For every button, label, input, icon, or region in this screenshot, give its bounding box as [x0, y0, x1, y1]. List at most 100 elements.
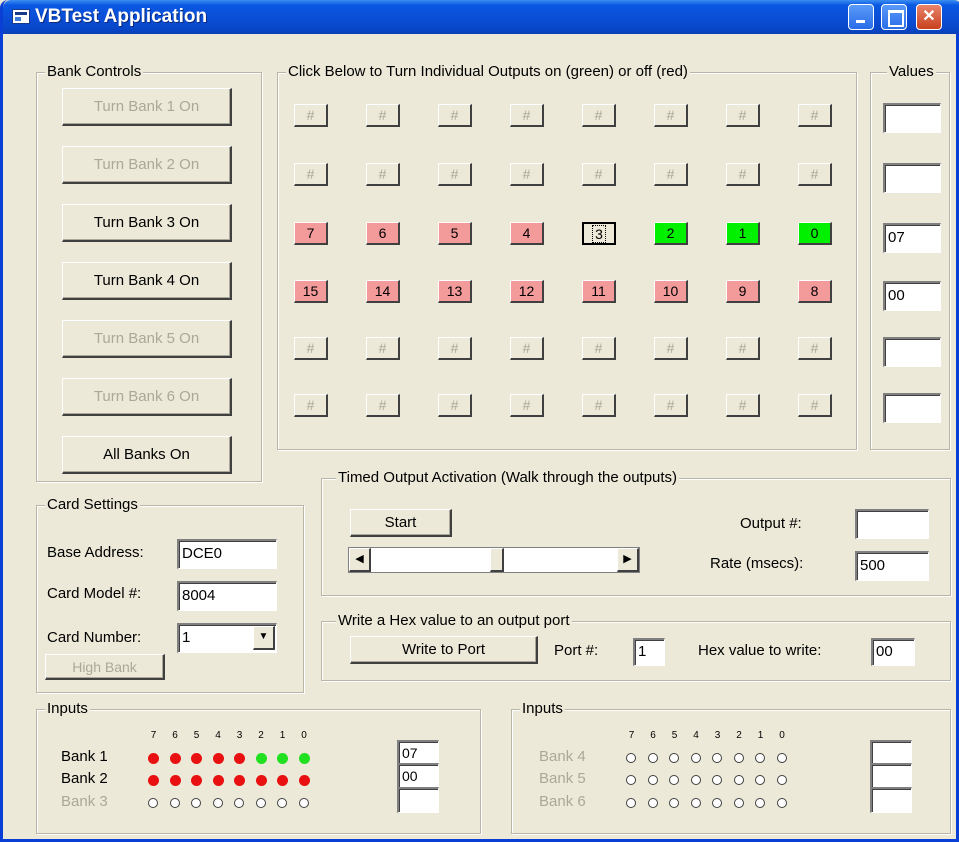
output-button-r0-c4[interactable]: #	[582, 104, 616, 127]
bit-number-label: 5	[671, 730, 678, 741]
bank-input-value-field[interactable]	[397, 787, 439, 813]
output-button-r1-c5[interactable]: #	[654, 163, 688, 186]
output-button-label: #	[522, 340, 531, 356]
output-button-r0-c7[interactable]: #	[798, 104, 832, 127]
output-button-r5-c7[interactable]: #	[798, 394, 832, 417]
output-button-r4-c2[interactable]: #	[438, 337, 472, 360]
output-button-r1-c1[interactable]: #	[366, 163, 400, 186]
turn-bank-5-button[interactable]: Turn Bank 5 On	[62, 320, 232, 358]
output-button-r0-c0[interactable]: #	[294, 104, 328, 127]
output-button-label: #	[450, 397, 459, 413]
output-button-r1-c0[interactable]: #	[294, 163, 328, 186]
input-led-indicator	[212, 775, 224, 786]
card-settings-group: Card Settings Base Address: DCE0 Card Mo…	[36, 496, 304, 693]
card-number-select[interactable]: 1 ▼	[177, 623, 277, 653]
bank-input-value-field[interactable]	[870, 787, 912, 813]
bank-input-label: Bank 2	[61, 770, 108, 787]
output-button-r3-c5[interactable]: 10	[654, 280, 688, 303]
output-button-r4-c3[interactable]: #	[510, 337, 544, 360]
value-field-4[interactable]: 00	[883, 281, 941, 311]
start-button[interactable]: Start	[350, 509, 452, 537]
output-button-r2-c1[interactable]: 6	[366, 222, 400, 245]
write-to-port-button[interactable]: Write to Port	[350, 636, 538, 664]
write-hex-label: Write a Hex value to an output port	[336, 612, 572, 629]
card-model-field[interactable]: 8004	[177, 581, 277, 611]
input-led-indicator	[712, 753, 722, 763]
all-banks-on-button[interactable]: All Banks On	[62, 436, 232, 474]
output-button-r2-c0[interactable]: 7	[294, 222, 328, 245]
value-field-1[interactable]	[883, 103, 941, 133]
output-button-label: #	[450, 107, 459, 123]
output-button-r3-c4[interactable]: 11	[582, 280, 616, 303]
bank-input-value-field[interactable]: 00	[397, 763, 439, 789]
value-field-3[interactable]: 07	[883, 223, 941, 253]
output-button-r1-c3[interactable]: #	[510, 163, 544, 186]
output-button-r4-c4[interactable]: #	[582, 337, 616, 360]
output-button-r5-c1[interactable]: #	[366, 394, 400, 417]
output-button-r5-c6[interactable]: #	[726, 394, 760, 417]
value-field-6[interactable]	[883, 393, 941, 423]
output-button-r3-c6[interactable]: 9	[726, 280, 760, 303]
bank-input-value-field[interactable]	[870, 763, 912, 789]
output-button-r5-c4[interactable]: #	[582, 394, 616, 417]
output-number-field[interactable]	[855, 509, 929, 539]
output-button-r2-c7[interactable]: 0	[798, 222, 832, 245]
output-button-r1-c4[interactable]: #	[582, 163, 616, 186]
value-field-5[interactable]	[883, 337, 941, 367]
output-button-r2-c5[interactable]: 2	[654, 222, 688, 245]
high-bank-button[interactable]: High Bank	[45, 654, 165, 680]
maximize-button[interactable]	[881, 4, 907, 30]
output-button-r0-c6[interactable]: #	[726, 104, 760, 127]
turn-bank-3-button[interactable]: Turn Bank 3 On	[62, 204, 232, 242]
input-led-indicator	[712, 798, 722, 808]
bit-number-label: 1	[279, 730, 286, 741]
output-button-r2-c6[interactable]: 1	[726, 222, 760, 245]
scroll-right-arrow-icon[interactable]: ▶	[617, 548, 639, 572]
base-address-field[interactable]: DCE0	[177, 539, 277, 569]
hex-value-field[interactable]: 00	[871, 638, 915, 666]
rate-scrollbar[interactable]: ◀ ▶	[348, 547, 640, 573]
output-button-r0-c5[interactable]: #	[654, 104, 688, 127]
value-field-2[interactable]	[883, 163, 941, 193]
scroll-left-arrow-icon[interactable]: ◀	[349, 548, 371, 572]
timed-output-group: Timed Output Activation (Walk through th…	[321, 469, 951, 596]
output-button-r5-c2[interactable]: #	[438, 394, 472, 417]
input-led-indicator	[255, 753, 267, 764]
output-button-r3-c7[interactable]: 8	[798, 280, 832, 303]
output-button-r5-c5[interactable]: #	[654, 394, 688, 417]
output-button-label: #	[810, 107, 819, 123]
minimize-button[interactable]	[848, 4, 874, 30]
output-button-r1-c6[interactable]: #	[726, 163, 760, 186]
output-button-label: #	[666, 107, 675, 123]
close-button[interactable]: ✕	[916, 4, 942, 30]
turn-bank-2-button[interactable]: Turn Bank 2 On	[62, 146, 232, 184]
rate-field[interactable]: 500	[855, 551, 929, 581]
chevron-down-icon[interactable]: ▼	[253, 626, 275, 650]
output-button-r2-c2[interactable]: 5	[438, 222, 472, 245]
output-button-r4-c1[interactable]: #	[366, 337, 400, 360]
output-button-r4-c6[interactable]: #	[726, 337, 760, 360]
output-button-r3-c0[interactable]: 15	[294, 280, 328, 303]
output-button-r5-c3[interactable]: #	[510, 394, 544, 417]
output-button-r0-c1[interactable]: #	[366, 104, 400, 127]
turn-bank-4-button[interactable]: Turn Bank 4 On	[62, 262, 232, 300]
output-button-r4-c7[interactable]: #	[798, 337, 832, 360]
output-button-r3-c1[interactable]: 14	[366, 280, 400, 303]
turn-bank-6-button[interactable]: Turn Bank 6 On	[62, 378, 232, 416]
output-button-r1-c2[interactable]: #	[438, 163, 472, 186]
turn-bank-1-button[interactable]: Turn Bank 1 On	[62, 88, 232, 126]
write-hex-group: Write a Hex value to an output port Writ…	[321, 612, 951, 681]
output-button-r4-c5[interactable]: #	[654, 337, 688, 360]
scroll-thumb[interactable]	[490, 548, 504, 572]
output-button-r2-c4[interactable]: 3	[582, 222, 616, 245]
port-number-field[interactable]: 1	[633, 638, 665, 666]
output-button-r0-c2[interactable]: #	[438, 104, 472, 127]
output-button-r4-c0[interactable]: #	[294, 337, 328, 360]
output-button-r3-c3[interactable]: 12	[510, 280, 544, 303]
output-button-r0-c3[interactable]: #	[510, 104, 544, 127]
output-button-r5-c0[interactable]: #	[294, 394, 328, 417]
output-button-r3-c2[interactable]: 13	[438, 280, 472, 303]
title-bar[interactable]: VBTest Application ✕	[3, 0, 959, 34]
output-button-r1-c7[interactable]: #	[798, 163, 832, 186]
output-button-r2-c3[interactable]: 4	[510, 222, 544, 245]
